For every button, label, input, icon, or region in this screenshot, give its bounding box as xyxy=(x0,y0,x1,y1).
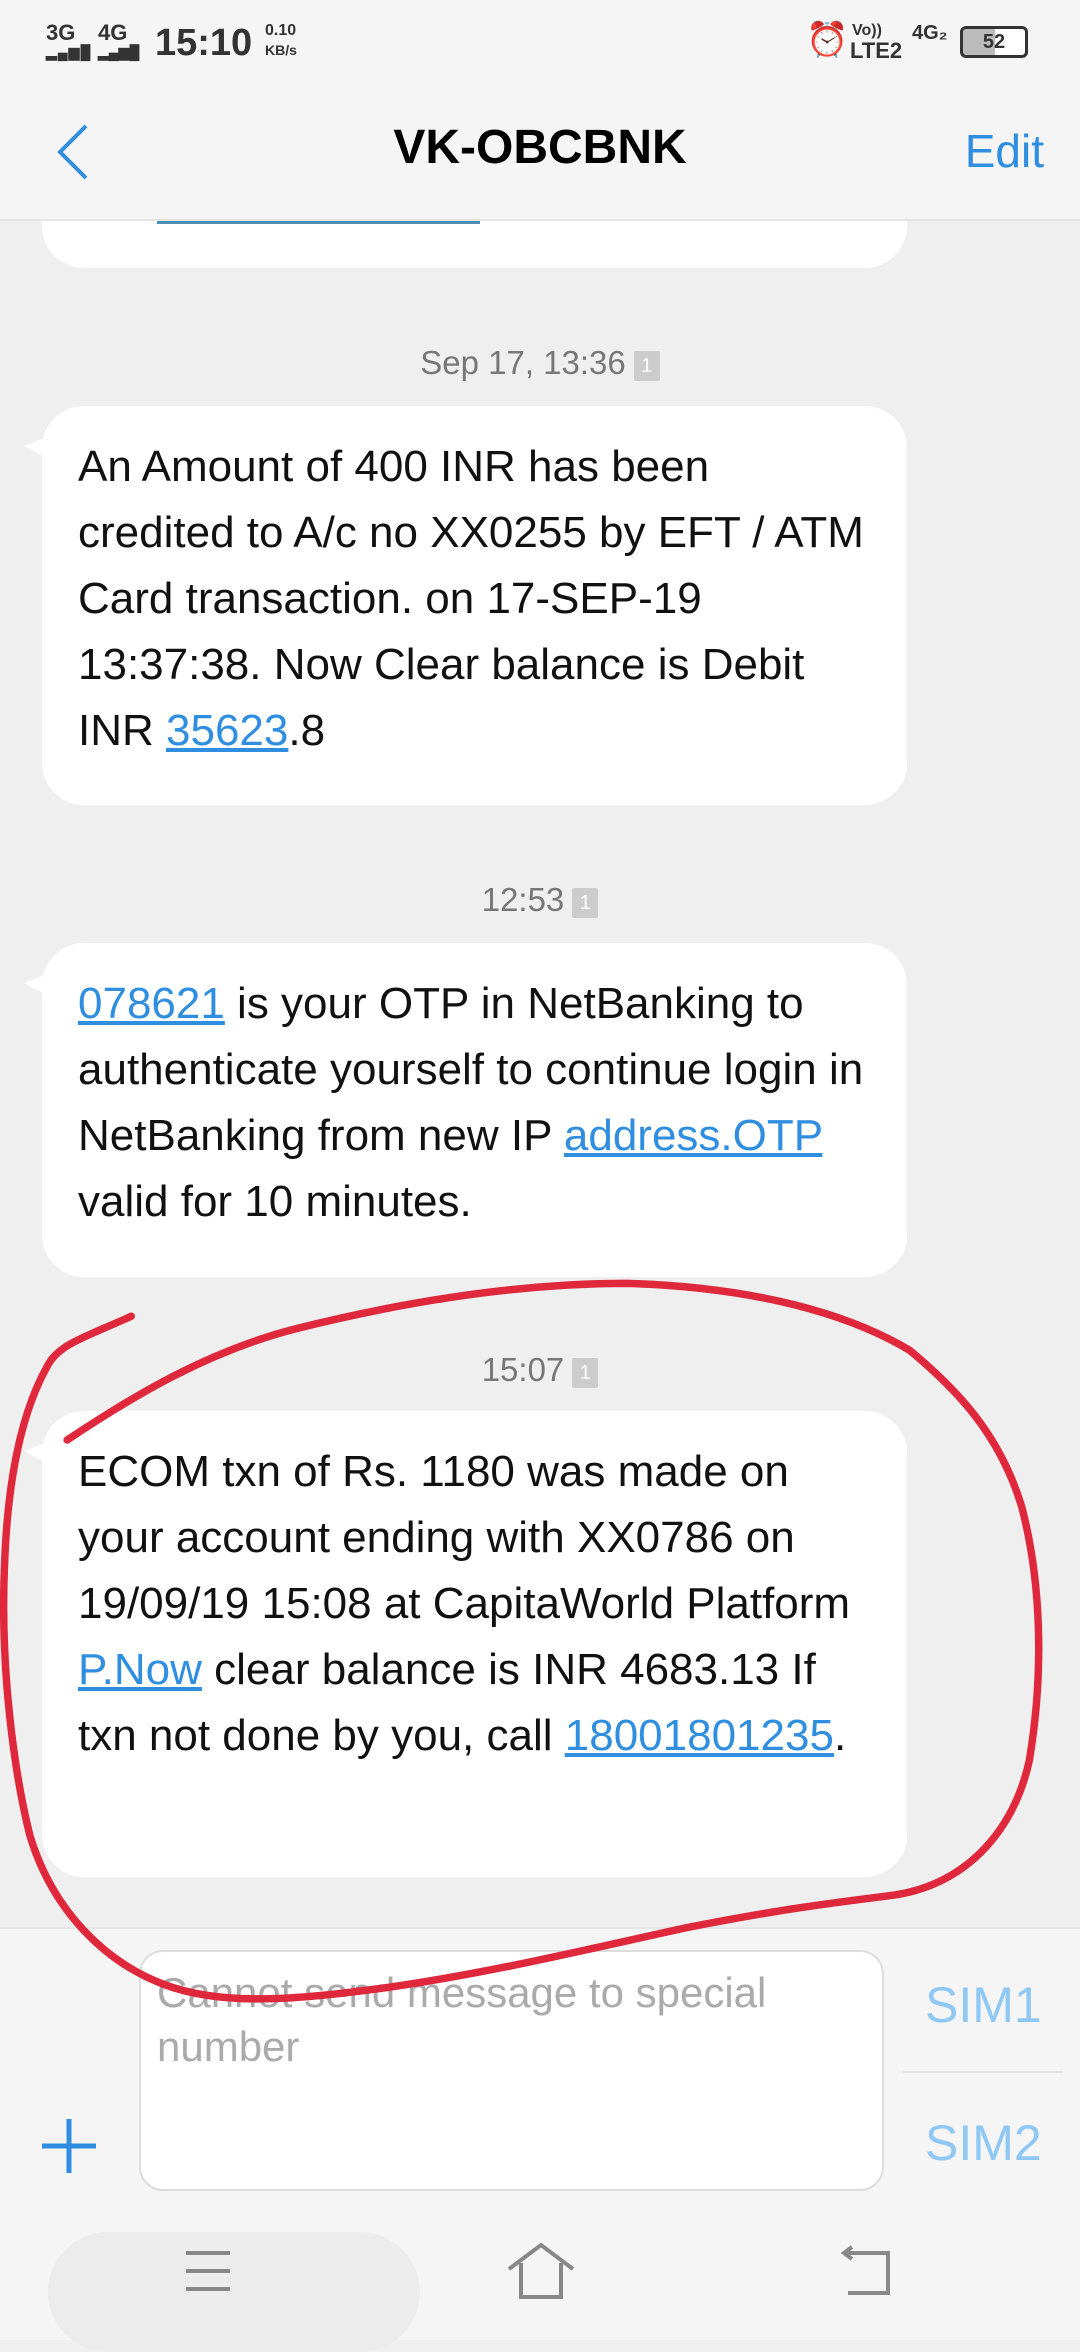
phone-link[interactable]: 18001801235 xyxy=(565,1711,834,1760)
battery-icon: 52 xyxy=(960,26,1028,58)
message-timestamp: Sep 17, 13:36 1 xyxy=(0,344,1080,382)
speed-value: 0.10 xyxy=(265,22,297,39)
network-4g: 4G xyxy=(98,20,128,45)
sim1-send-button[interactable]: SIM1 xyxy=(925,1976,1042,2034)
network-4g-2: 4G₂ xyxy=(912,22,948,44)
number-link[interactable]: 35623 xyxy=(166,706,288,755)
sim-icon: 1 xyxy=(633,351,660,381)
lte: LTE2 xyxy=(850,38,903,63)
sim-icon: 1 xyxy=(572,1358,599,1388)
message-input[interactable]: Cannot send message to special number xyxy=(139,1950,884,2191)
sim-divider xyxy=(903,2071,1063,2073)
header: VK-OBCBNK Edit xyxy=(0,80,1080,221)
network-3g: 3G xyxy=(46,20,76,45)
sim2-send-button[interactable]: SIM2 xyxy=(925,2114,1042,2172)
message-bubble: An Amount of 400 INR has been credited t… xyxy=(24,406,907,805)
signal-icon-2: ▂▄▆█ xyxy=(98,44,140,60)
speed-unit: KB/s xyxy=(265,42,297,58)
clock: 15:10 xyxy=(155,22,253,64)
previous-message-bubble xyxy=(42,221,907,268)
page-title: VK-OBCBNK xyxy=(393,121,687,174)
menu-icon[interactable] xyxy=(180,2247,236,2295)
message-timestamp: 12:53 1 xyxy=(0,881,1080,919)
back-nav-icon[interactable] xyxy=(838,2243,898,2299)
url-link[interactable]: P.Now xyxy=(78,1645,202,1694)
sim-icon: 1 xyxy=(572,888,599,918)
signal-icon: ▂▄▆█ xyxy=(46,44,92,60)
alarm-icon: ⏰ xyxy=(806,21,849,59)
home-icon[interactable] xyxy=(505,2241,577,2301)
otp-link[interactable]: 078621 xyxy=(78,979,225,1028)
message-bubble: ECOM txn of Rs. 1180 was made on your ac… xyxy=(24,1411,907,1877)
edit-button[interactable]: Edit xyxy=(965,124,1044,178)
status-bar: 3G ▂▄▆█ 4G ▂▄▆█ 15:10 0.10 KB/s ⏰ Vo)) L… xyxy=(0,0,1080,80)
message-bubble: 078621 is your OTP in NetBanking to auth… xyxy=(24,943,907,1277)
message-timestamp: 15:07 1 xyxy=(0,1351,1080,1389)
plus-icon[interactable] xyxy=(40,2117,98,2175)
address-link[interactable]: address.OTP xyxy=(564,1111,822,1160)
